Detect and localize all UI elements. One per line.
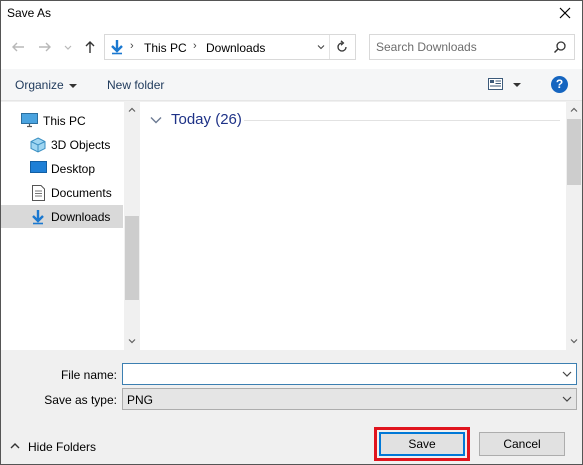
- caret-down-icon: [68, 84, 77, 88]
- organize-label: Organize: [15, 78, 64, 92]
- pc-icon: [21, 113, 38, 128]
- chevron-up-icon: [10, 443, 20, 449]
- group-header-today[interactable]: Today (26): [150, 111, 560, 131]
- scroll-down-arrow-icon[interactable]: [569, 336, 579, 346]
- up-arrow-icon[interactable]: [82, 39, 98, 55]
- chevron-down-icon[interactable]: [562, 370, 572, 378]
- address-divider: [329, 35, 330, 59]
- hide-folders-label: Hide Folders: [28, 440, 97, 454]
- title-bar: Save As: [1, 1, 582, 25]
- downloads-icon: [32, 210, 44, 225]
- navigation-pane: This PC 3D Objects Desktop Documents Dow…: [1, 102, 140, 350]
- save-as-type-label: Save as type:: [44, 393, 117, 407]
- forward-arrow-icon[interactable]: [37, 39, 53, 55]
- address-dropdown-chevron-icon[interactable]: [316, 42, 326, 52]
- desktop-icon: [30, 161, 47, 173]
- refresh-icon[interactable]: [334, 39, 350, 55]
- close-icon[interactable]: [556, 4, 574, 22]
- address-bar[interactable]: › This PC › Downloads: [104, 34, 356, 60]
- search-icon[interactable]: [553, 40, 567, 54]
- search-box[interactable]: [369, 34, 575, 60]
- save-as-type-select[interactable]: PNG: [122, 388, 577, 410]
- view-options-icon[interactable]: [488, 77, 503, 91]
- breadcrumb-separator-icon[interactable]: ›: [130, 40, 134, 52]
- 3d-objects-icon: [30, 137, 46, 153]
- navigation-row: › This PC › Downloads: [1, 25, 582, 69]
- downloads-icon: [111, 40, 123, 55]
- tree-item-label: Documents: [51, 186, 112, 200]
- file-list-scrollbar[interactable]: [566, 102, 582, 350]
- file-name-label: File name:: [60, 368, 117, 382]
- search-input[interactable]: [374, 38, 544, 56]
- scroll-up-arrow-icon[interactable]: [127, 105, 137, 115]
- scroll-up-arrow-icon[interactable]: [569, 105, 579, 115]
- tree-item-this-pc[interactable]: This PC: [1, 109, 123, 132]
- chevron-down-icon[interactable]: [150, 115, 162, 125]
- recent-locations-chevron-icon[interactable]: [63, 39, 73, 55]
- tree-item-desktop[interactable]: Desktop: [1, 157, 123, 180]
- help-button[interactable]: ?: [551, 76, 568, 93]
- scroll-down-arrow-icon[interactable]: [127, 336, 137, 346]
- documents-icon: [32, 185, 45, 201]
- tree-item-3d-objects[interactable]: 3D Objects: [1, 133, 123, 156]
- chevron-down-icon[interactable]: [562, 395, 572, 403]
- command-bar: Organize New folder ?: [1, 69, 582, 101]
- nav-pane-scrollbar[interactable]: [124, 102, 140, 350]
- view-options-caret-down-icon[interactable]: [513, 82, 521, 88]
- breadcrumb-this-pc[interactable]: This PC: [144, 41, 187, 55]
- save-as-type-value: PNG: [127, 393, 154, 407]
- file-name-combobox[interactable]: [122, 363, 577, 385]
- file-name-input[interactable]: [126, 366, 546, 382]
- group-divider: [244, 120, 560, 121]
- save-button[interactable]: Save: [379, 432, 465, 456]
- tree-item-label: Desktop: [51, 162, 96, 176]
- back-arrow-icon[interactable]: [10, 39, 26, 55]
- new-folder-button[interactable]: New folder: [107, 78, 164, 92]
- save-as-dialog: Save As › This PC › Downloads Search Dow…: [0, 0, 583, 465]
- group-label: Today (26): [171, 111, 242, 128]
- tree-item-label: This PC: [43, 114, 86, 128]
- organize-menu[interactable]: Organize: [15, 78, 77, 92]
- scrollbar-thumb[interactable]: [125, 216, 139, 300]
- dialog-title: Save As: [7, 6, 52, 20]
- breadcrumb-separator-icon[interactable]: ›: [193, 40, 197, 52]
- tree-item-label: Downloads: [51, 210, 111, 224]
- scrollbar-thumb[interactable]: [567, 119, 581, 185]
- tree-item-label: 3D Objects: [51, 138, 111, 152]
- tree-item-documents[interactable]: Documents: [1, 181, 123, 204]
- file-list-pane: Today (26): [144, 102, 566, 350]
- cancel-button[interactable]: Cancel: [479, 432, 565, 456]
- breadcrumb-downloads[interactable]: Downloads: [206, 41, 265, 55]
- tree-item-downloads[interactable]: Downloads: [1, 205, 123, 228]
